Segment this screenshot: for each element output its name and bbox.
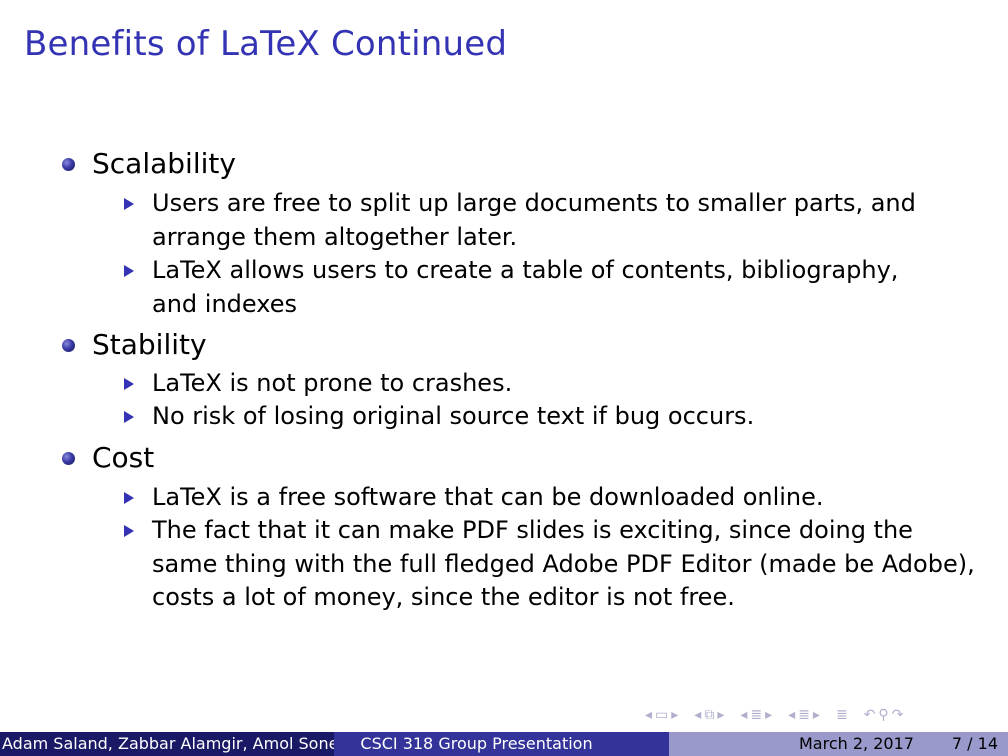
navigation-bar: ◂ ▭ ▸ ◂ ⧉ ▸ ◂ ≣ ▸ ◂ ≣ ▸ ≣ ↶ ⚲ ↷ <box>645 704 995 726</box>
subsection-icon[interactable]: ⧉ <box>704 707 714 723</box>
section-heading: Stability <box>92 329 207 361</box>
footer-authors: Adam Saland, Zabbar Alamgir, Amol Soneji… <box>0 732 334 756</box>
footer-page-number: 7 / 14 <box>951 734 998 753</box>
search-icon[interactable]: ⚲ <box>878 707 888 723</box>
sub-bullet-icon <box>124 411 134 423</box>
sub-bullet-icon <box>124 265 134 277</box>
footer-presentation-title: CSCI 318 Group Presentation <box>334 732 669 756</box>
bullet-icon <box>62 158 75 171</box>
list-item-text: LaTeX is not prone to crashes. <box>152 369 513 397</box>
sub-bullet-icon <box>124 198 134 210</box>
list-item: LaTeX is not prone to crashes. <box>152 367 992 401</box>
footer-date: March 2, 2017 <box>799 734 914 753</box>
list-item: Users are free to split up large documen… <box>152 187 992 254</box>
sub-bullet-icon <box>124 525 134 537</box>
forward-icon[interactable]: ↷ <box>892 707 904 723</box>
frame-icon[interactable]: ▭ <box>655 707 668 723</box>
sub-bullet-icon <box>124 378 134 390</box>
frame-next-icon[interactable]: ▸ <box>671 707 678 723</box>
section-heading-text: Cost <box>92 441 155 474</box>
sub-bullet-icon <box>124 492 134 504</box>
section-heading: Scalability <box>92 148 236 180</box>
section-next-icon[interactable]: ▸ <box>765 707 772 723</box>
back-icon[interactable]: ↶ <box>864 707 876 723</box>
section-icon[interactable]: ≣ <box>750 707 762 723</box>
section-heading-text: Stability <box>92 328 207 361</box>
list-item-text: LaTeX is a free software that can be dow… <box>152 483 824 511</box>
list-item: LaTeX is a free software that can be dow… <box>152 481 992 515</box>
section-prev-icon[interactable]: ◂ <box>740 707 747 723</box>
bullet-icon <box>62 339 75 352</box>
list-item: No risk of losing original source text i… <box>152 400 992 434</box>
list-item-text: The fact that it can make PDF slides is … <box>152 516 975 611</box>
bullet-icon <box>62 452 75 465</box>
frame-prev-icon[interactable]: ◂ <box>645 707 652 723</box>
list-item-text: Users are free to split up large documen… <box>152 189 916 251</box>
section-heading-text: Scalability <box>92 147 236 180</box>
section-heading: Cost <box>92 442 154 474</box>
slide-title: Benefits of LaTeX Continued <box>24 24 508 64</box>
list-item: LaTeX allows users to create a table of … <box>152 254 942 321</box>
list-item: The fact that it can make PDF slides is … <box>152 514 977 615</box>
doc-icon[interactable]: ≣ <box>798 707 810 723</box>
footer-date-page: March 2, 2017 7 / 14 <box>669 732 1008 756</box>
list-item-text: LaTeX allows users to create a table of … <box>152 256 899 318</box>
subsection-prev-icon[interactable]: ◂ <box>694 707 701 723</box>
list-item-text: No risk of losing original source text i… <box>152 402 755 430</box>
appendix-icon[interactable]: ≣ <box>836 707 848 723</box>
doc-prev-icon[interactable]: ◂ <box>788 707 795 723</box>
subsection-next-icon[interactable]: ▸ <box>717 707 724 723</box>
doc-next-icon[interactable]: ▸ <box>813 707 820 723</box>
footer-bar: Adam Saland, Zabbar Alamgir, Amol Soneji… <box>0 732 1008 756</box>
